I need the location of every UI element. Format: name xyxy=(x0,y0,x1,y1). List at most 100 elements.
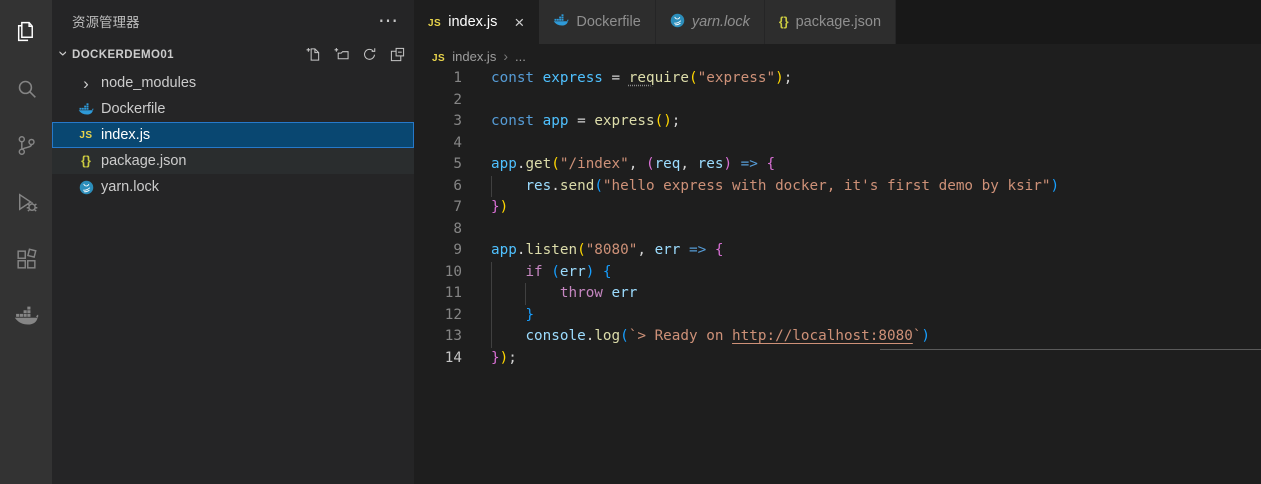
line-number: 6 xyxy=(453,177,462,194)
docker-icon[interactable] xyxy=(13,303,39,329)
tab-yarn.lock[interactable]: yarn.lock xyxy=(655,0,765,44)
code-line-10[interactable]: 10 if (err) { xyxy=(414,261,1261,284)
run-debug-icon[interactable] xyxy=(13,189,39,215)
refresh-icon[interactable] xyxy=(362,47,377,62)
json-braces-icon: {} xyxy=(778,15,789,29)
tab-label: yarn.lock xyxy=(691,14,750,30)
tab-index.js[interactable]: JS index.js × xyxy=(414,0,540,44)
indent-guide xyxy=(491,261,492,283)
code-editor[interactable]: 1 const express = require("express"); 2 3 co… xyxy=(414,68,1261,484)
code-token: app xyxy=(491,242,517,258)
code-token: , xyxy=(637,242,655,258)
editor-group: JS index.js × Dockerfile yarn.lock {} package.… xyxy=(414,0,1261,484)
tab-Dockerfile[interactable]: Dockerfile xyxy=(539,0,656,44)
tab-label: index.js xyxy=(448,14,498,30)
code-line-3[interactable]: 3 const app = express(); xyxy=(414,111,1261,133)
line-number: 5 xyxy=(453,156,462,172)
code-token: ) xyxy=(663,113,672,129)
code-line-4[interactable]: 4 xyxy=(414,133,1261,155)
js-file-icon: JS xyxy=(432,52,446,64)
file-label: node_modules xyxy=(101,75,197,91)
code-line-8[interactable]: 8 xyxy=(414,219,1261,241)
extensions-icon[interactable] xyxy=(13,246,39,272)
breadcrumb-file[interactable]: index.js xyxy=(452,49,496,64)
file-item-Dockerfile[interactable]: Dockerfile xyxy=(52,96,414,122)
code-line-1[interactable]: 1 const express = require("express"); xyxy=(414,68,1261,90)
code-content xyxy=(462,219,491,241)
file-item-node_modules[interactable]: › node_modules xyxy=(52,70,414,96)
code-token: ( xyxy=(551,263,560,280)
file-item-package.json[interactable]: {} package.json xyxy=(52,148,414,174)
code-line-9[interactable]: 9 app.listen("8080", err => { xyxy=(414,240,1261,262)
file-tree: › node_modules Dockerfile JS index.js {} packa… xyxy=(52,67,414,200)
code-line-6[interactable]: 6 res.send("hello express with docker, i… xyxy=(414,175,1261,198)
code-line-2[interactable]: 2 xyxy=(414,90,1261,112)
search-icon[interactable] xyxy=(13,75,39,101)
code-token: req xyxy=(628,70,655,86)
code-line-11[interactable]: 11 throw err xyxy=(414,283,1261,305)
code-token: } xyxy=(525,306,535,323)
section-header-dockerdemo01[interactable]: › DOCKERDEMO01 xyxy=(52,42,414,67)
code-token: => xyxy=(740,156,758,172)
code-token: ( xyxy=(594,177,603,194)
code-line-5[interactable]: 5 app.get("/index", (req, res) => { xyxy=(414,154,1261,176)
code-token: = xyxy=(611,70,629,86)
tab-label: package.json xyxy=(795,14,882,30)
breadcrumb[interactable]: JS index.js › ... xyxy=(414,44,1261,68)
code-token: "/index" xyxy=(559,156,629,172)
code-line-7[interactable]: 7}) xyxy=(414,197,1261,219)
code-line-13[interactable]: 13 console.log(`> Ready on http://localh… xyxy=(414,326,1261,348)
code-token: const xyxy=(491,113,543,129)
code-line-12[interactable]: 12 } xyxy=(414,304,1261,327)
code-token: ; xyxy=(508,349,517,366)
source-control-icon[interactable] xyxy=(13,132,39,158)
line-number: 11 xyxy=(444,285,462,301)
code-token: app xyxy=(491,156,517,172)
code-token: const xyxy=(491,70,543,86)
line-number: 13 xyxy=(444,328,462,344)
sidebar-title: 资源管理器 xyxy=(72,15,140,30)
code-token: uire xyxy=(654,70,690,86)
code-token: , xyxy=(680,156,698,172)
line-number: 10 xyxy=(444,263,462,280)
breadcrumb-more[interactable]: ... xyxy=(515,49,526,64)
code-token: "hello express with docker, it's first d… xyxy=(602,177,1051,194)
code-token: ( xyxy=(577,242,586,258)
new-folder-icon[interactable] xyxy=(334,47,349,62)
code-token: ( xyxy=(689,70,698,86)
code-token: req xyxy=(654,156,681,172)
code-token: send xyxy=(559,177,595,194)
code-token: , xyxy=(628,156,646,172)
code-token: "express" xyxy=(697,70,776,86)
close-tab-icon[interactable]: × xyxy=(514,14,524,31)
code-content: } xyxy=(462,305,534,327)
code-token: res xyxy=(697,156,724,172)
code-token: `> Ready on xyxy=(628,328,733,344)
code-token: listen xyxy=(525,242,578,258)
code-token: ; xyxy=(783,70,793,86)
new-file-icon[interactable] xyxy=(306,47,321,62)
code-content: if (err) { xyxy=(462,262,611,284)
line-number: 7 xyxy=(453,199,462,215)
code-token: app xyxy=(542,113,578,129)
code-token: ) xyxy=(499,349,509,366)
code-token: express xyxy=(594,113,655,129)
file-item-yarn.lock[interactable]: yarn.lock xyxy=(52,174,414,200)
indent-guide xyxy=(491,283,492,305)
line-number: 4 xyxy=(453,134,462,151)
yarn-icon xyxy=(670,13,685,32)
code-content: res.send("hello express with docker, it'… xyxy=(462,176,1059,198)
collapse-all-icon[interactable] xyxy=(390,47,405,62)
line-number: 9 xyxy=(453,242,462,258)
code-token: } xyxy=(491,349,500,366)
tab-package.json[interactable]: {} package.json xyxy=(764,0,897,44)
code-token: http://localhost:8080 xyxy=(732,328,913,344)
code-line-14[interactable]: 14}); xyxy=(414,348,1261,370)
file-label: Dockerfile xyxy=(101,101,166,117)
code-token: throw xyxy=(559,285,603,301)
file-item-index.js[interactable]: JS index.js xyxy=(52,122,414,148)
explorer-icon[interactable] xyxy=(13,18,39,44)
